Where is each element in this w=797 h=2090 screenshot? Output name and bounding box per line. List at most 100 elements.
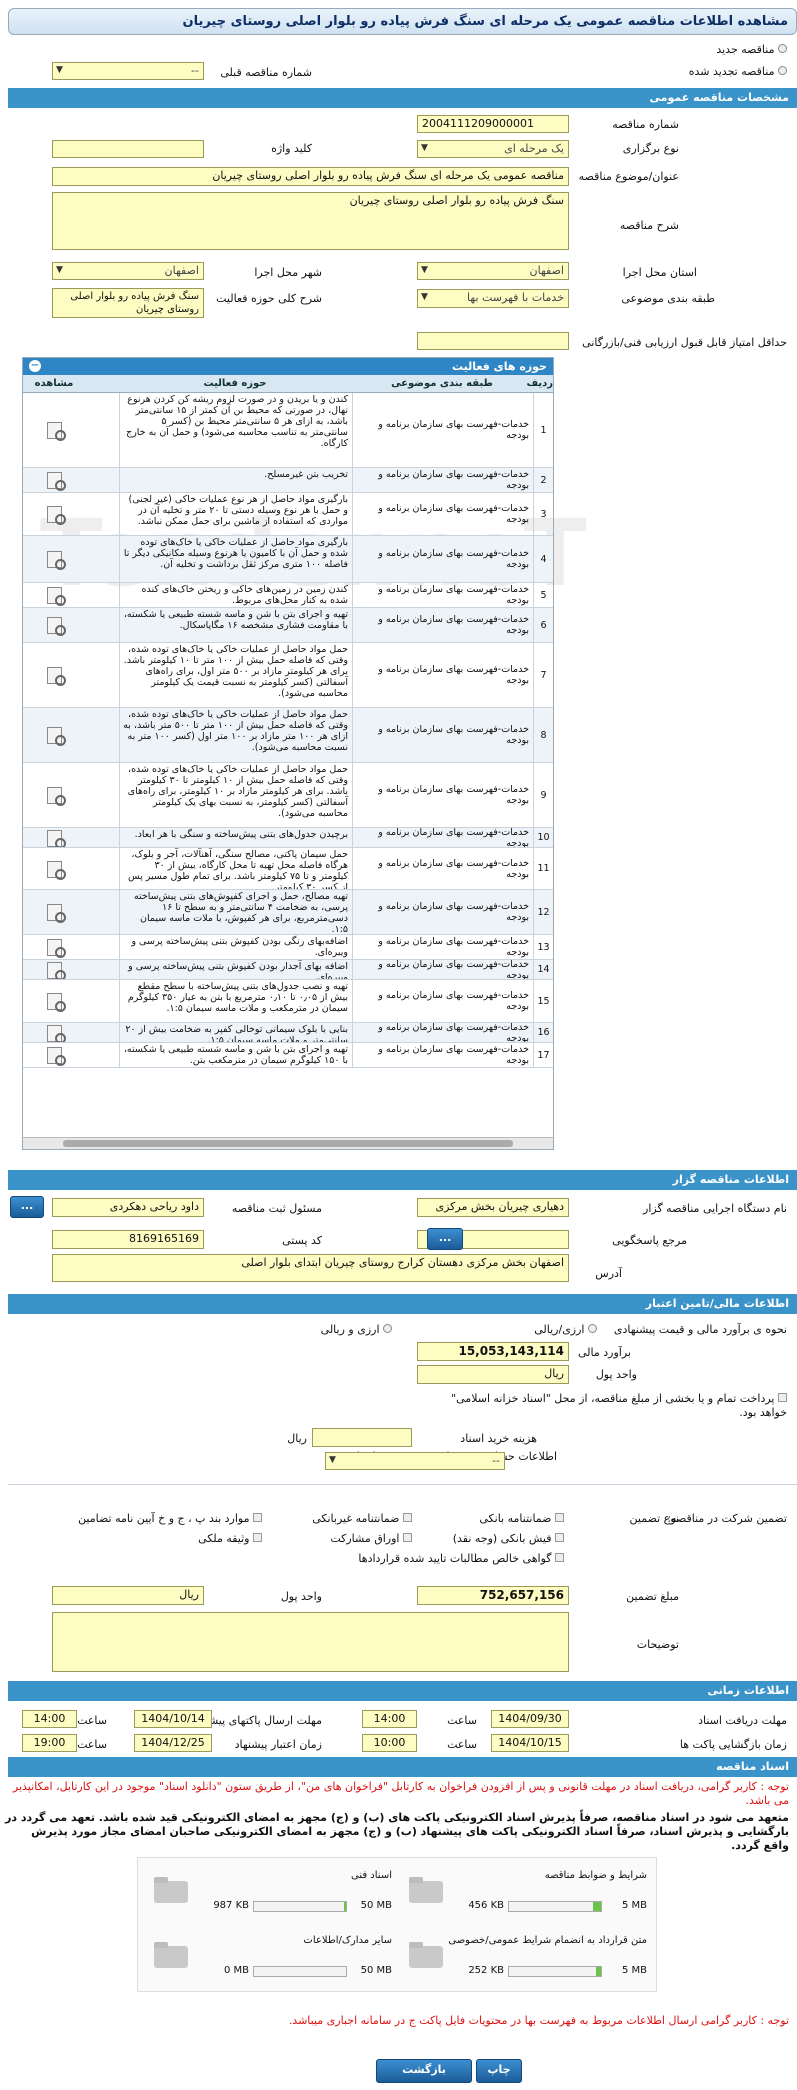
view-doc-icon[interactable]: [43, 786, 66, 806]
row-activity: بنایی با بلوک سیمانی توخالی کفپر به ضخام…: [119, 1023, 351, 1042]
table-row: 8 خدمات-فهرست بهای سازمان برنامه و بودجه ح…: [23, 708, 553, 763]
g-bonds[interactable]: اوراق مشارکت: [330, 1532, 412, 1545]
row-activity: حمل مواد حاصل از عملیات خاکی یا خاک‌های …: [119, 643, 351, 707]
row-category: خدمات-فهرست بهای سازمان برنامه و بودجه: [352, 1043, 532, 1067]
row-view[interactable]: [23, 608, 85, 642]
g-claims[interactable]: گواهی خالص مطالبات تایید شده قراردادها: [358, 1552, 564, 1565]
category-select[interactable]: خدمات با فهرست بها ▼: [417, 289, 569, 308]
ref-more-button[interactable]: ...: [427, 1228, 463, 1250]
row-view[interactable]: [23, 393, 85, 467]
g-nonbank[interactable]: ضمانتنامه غیربانکی: [312, 1512, 412, 1525]
radio-renew[interactable]: مناقصه تجدید شده: [689, 65, 787, 78]
docs-note-3: توجه : کاربر گرامی ارسال اطلاعات مربوط ب…: [288, 2014, 789, 2027]
valid-time-label: ساعت: [77, 1738, 107, 1751]
type-select[interactable]: یک مرحله ای ▼: [417, 140, 569, 158]
view-doc-icon[interactable]: [43, 666, 66, 686]
folder-icon[interactable]: [407, 1875, 447, 1905]
radio-new[interactable]: مناقصه جدید: [716, 43, 787, 56]
view-doc-icon[interactable]: [43, 421, 66, 441]
account-select[interactable]: -- ▼: [325, 1452, 505, 1470]
row-view[interactable]: [23, 708, 85, 762]
row-view[interactable]: [23, 583, 85, 607]
view-doc-icon[interactable]: [43, 586, 66, 606]
doc-get-date: 1404/09/30: [491, 1710, 569, 1728]
row-view[interactable]: [23, 960, 85, 979]
row-view[interactable]: [23, 848, 85, 889]
row-category: خدمات-فهرست بهای سازمان برنامه و بودجه: [352, 708, 532, 762]
g-cash[interactable]: فیش بانکی (وجه نقد): [453, 1532, 564, 1545]
doc-file-max: 5 MB: [621, 1900, 647, 1911]
province-select[interactable]: اصفهان ▼: [417, 262, 569, 280]
doc-cost-label: هزینه خرید اسناد: [460, 1432, 537, 1445]
view-doc-icon[interactable]: [43, 1024, 66, 1042]
print-button[interactable]: چاپ: [476, 2059, 522, 2083]
row-view[interactable]: [23, 536, 85, 582]
desc-label: شرح مناقصه: [619, 219, 679, 232]
back-button[interactable]: بازگشت: [376, 2059, 472, 2083]
row-category: خدمات-فهرست بهای سازمان برنامه و بودجه: [352, 536, 532, 582]
table-row: 7 خدمات-فهرست بهای سازمان برنامه و بودجه ح…: [23, 643, 553, 708]
view-doc-icon[interactable]: [43, 829, 66, 847]
row-view[interactable]: [23, 890, 85, 934]
postal-field: 8169165169: [52, 1230, 204, 1249]
doc-file[interactable]: شرایط و ضوابط مناقصه 5 MB 456 KB: [407, 1870, 647, 1925]
g-property[interactable]: وثیقه ملکی: [198, 1532, 262, 1545]
view-doc-icon[interactable]: [43, 550, 66, 570]
view-doc-icon[interactable]: [43, 616, 66, 636]
row-view[interactable]: [23, 1043, 85, 1067]
opt-fx[interactable]: ارزی و ریالی: [321, 1323, 392, 1336]
view-doc-icon[interactable]: [43, 505, 66, 525]
row-activity: اضافه‌بهای رنگی بودن کفپوش بتنی پیش‌ساخت…: [119, 935, 351, 959]
table-row: 14 خدمات-فهرست بهای سازمان برنامه و بودجه…: [23, 960, 553, 980]
row-number: 1: [533, 393, 553, 467]
opt-rial[interactable]: ارزی/ریالی: [534, 1323, 597, 1336]
valid-date: 1404/12/25: [134, 1734, 212, 1752]
keyword-field[interactable]: [52, 140, 204, 158]
row-view[interactable]: [23, 493, 85, 535]
doc-file[interactable]: اسناد فنی 50 MB 987 KB: [152, 1870, 392, 1925]
row-view[interactable]: [23, 1023, 85, 1042]
row-category: خدمات-فهرست بهای سازمان برنامه و بودجه: [352, 980, 532, 1022]
desc-field: سنگ فرش پیاده رو بلوار اصلی روستای چیریا…: [52, 192, 569, 250]
section-time: اطلاعات زمانی: [8, 1681, 797, 1701]
view-doc-icon[interactable]: [43, 726, 66, 746]
installment-checkbox[interactable]: [778, 1393, 787, 1402]
row-view[interactable]: [23, 468, 85, 492]
responsible-field: داود ریاحی دهکردی: [52, 1198, 204, 1217]
amount-label: مبلغ تضمین: [626, 1590, 679, 1603]
doc-file[interactable]: متن قرارداد به انضمام شرایط عمومی/خصوصی 5…: [407, 1935, 647, 1990]
city-select[interactable]: اصفهان ▼: [52, 262, 204, 280]
row-number: 15: [533, 980, 553, 1022]
type-value: یک مرحله ای: [504, 142, 564, 155]
folder-icon[interactable]: [152, 1875, 192, 1905]
row-view[interactable]: [23, 935, 85, 959]
scroll-thumb[interactable]: [63, 1140, 513, 1147]
collapse-icon[interactable]: −: [29, 360, 41, 372]
folder-icon[interactable]: [152, 1940, 192, 1970]
prev-number-select[interactable]: -- ▼: [52, 62, 204, 80]
row-view[interactable]: [23, 980, 85, 1022]
row-view[interactable]: [23, 643, 85, 707]
view-doc-icon[interactable]: [43, 903, 66, 923]
section-docs: اسناد مناقصه: [8, 1757, 797, 1777]
doc-file[interactable]: سایر مدارک/اطلاعات 50 MB 0 MB: [152, 1935, 392, 1990]
view-doc-icon[interactable]: [43, 938, 66, 958]
responsible-more-button[interactable]: ...: [10, 1196, 44, 1218]
grid-scrollbar[interactable]: [23, 1137, 553, 1149]
view-doc-icon[interactable]: [43, 471, 66, 491]
view-doc-icon[interactable]: [43, 992, 66, 1012]
doc-file-max: 5 MB: [621, 1965, 647, 1976]
view-doc-icon[interactable]: [43, 1046, 66, 1066]
row-view[interactable]: [23, 763, 85, 827]
view-doc-icon[interactable]: [43, 860, 66, 880]
folder-icon[interactable]: [407, 1940, 447, 1970]
g-bylaw[interactable]: موارد بند پ ، ج و خ آیین نامه تضامین: [78, 1512, 262, 1525]
g-bank[interactable]: ضمانتنامه بانکی: [479, 1512, 564, 1525]
province-value: اصفهان: [529, 264, 564, 277]
doc-file-name: اسناد فنی: [351, 1870, 392, 1881]
row-activity: کندن زمین در زمین‌های خاکی و ریختن خاک‌ه…: [119, 583, 351, 607]
row-number: 8: [533, 708, 553, 762]
row-view[interactable]: [23, 828, 85, 847]
view-doc-icon[interactable]: [43, 961, 66, 979]
doc-progress-fill: [344, 1902, 346, 1911]
